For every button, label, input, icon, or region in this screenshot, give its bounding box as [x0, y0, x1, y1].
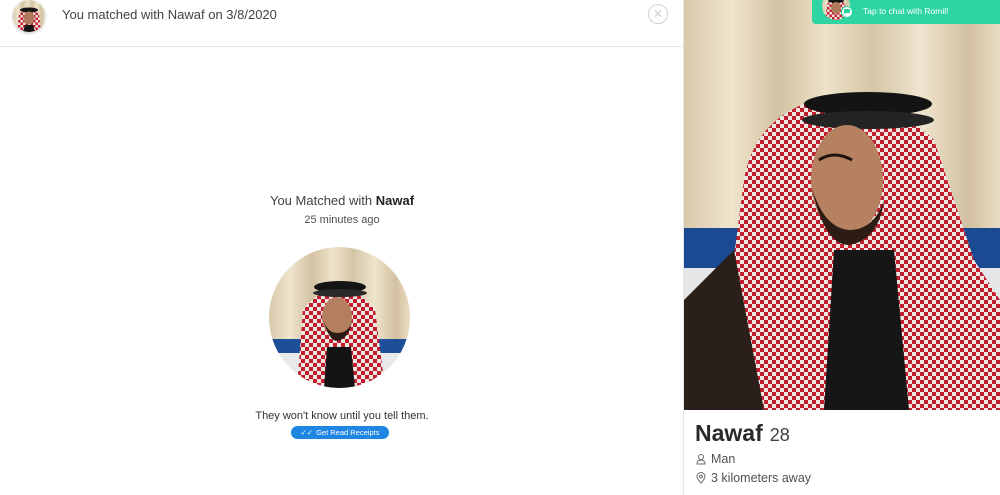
get-read-receipts-button[interactable]: ✓✓ Get Read Receipts	[291, 426, 389, 439]
chat-bubble-icon	[841, 6, 853, 18]
receipts-label: Get Read Receipts	[316, 428, 380, 437]
profile-distance-row: 3 kilometers away	[695, 471, 995, 485]
match-title-prefix: You Matched with	[269, 193, 376, 208]
profile-age: 28	[769, 425, 790, 445]
profile-gender-row: Man	[695, 452, 995, 466]
profile-panel: Nawaf 28 Man 3 kilometers away	[684, 0, 1000, 495]
person-icon	[696, 454, 706, 465]
match-name: Nawaf	[375, 193, 415, 208]
match-announcement: You Matched with Nawaf 25 minutes ago	[0, 193, 684, 226]
profile-name-row: Nawaf 28	[695, 420, 995, 447]
tagline: They won't know until you tell them.	[255, 410, 429, 422]
match-time: 25 minutes ago	[304, 214, 380, 226]
match-photo[interactable]	[269, 247, 410, 388]
location-pin-icon	[696, 472, 706, 484]
profile-photo[interactable]	[684, 0, 1000, 410]
chat-toast[interactable]: Tap to chat with Romil!	[812, 0, 1000, 24]
profile-name: Nawaf	[695, 420, 763, 446]
chat-panel: You matched with Nawaf on 3/8/2020 ✕ You…	[0, 0, 684, 495]
profile-gender: Man	[711, 452, 736, 466]
chat-header: You matched with Nawaf on 3/8/2020 ✕	[0, 0, 684, 47]
toast-text: Tap to chat with Romil!	[863, 6, 949, 16]
profile-distance: 3 kilometers away	[711, 471, 812, 485]
match-avatar[interactable]	[13, 0, 45, 32]
double-check-icon: ✓✓	[300, 428, 314, 437]
match-title: You Matched with Nawaf	[0, 193, 684, 208]
close-icon[interactable]: ✕	[648, 4, 668, 24]
profile-info: Nawaf 28 Man 3 kilometers away	[695, 420, 995, 485]
match-header-title: You matched with Nawaf on 3/8/2020	[62, 7, 277, 22]
app-root: You matched with Nawaf on 3/8/2020 ✕ You…	[0, 0, 1000, 495]
